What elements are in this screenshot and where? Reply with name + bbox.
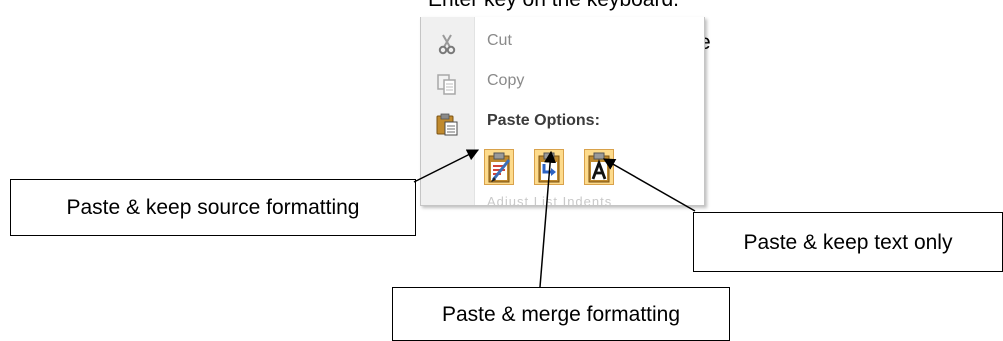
callout-arrows xyxy=(413,149,696,288)
arrow-merge xyxy=(539,150,557,288)
arrow-keep-source xyxy=(413,149,480,183)
arrow-text-only xyxy=(602,158,696,212)
